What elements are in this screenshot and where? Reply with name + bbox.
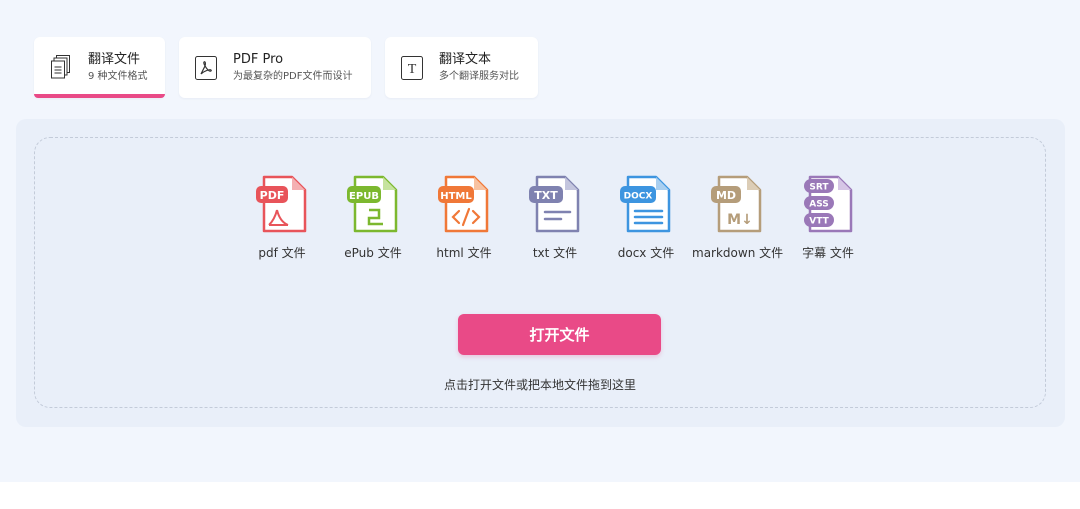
- tab-pdf-pro[interactable]: PDF Pro 为最复杂的PDF文件而设计: [179, 37, 371, 98]
- markdown-file-icon: MD M↓: [711, 175, 762, 233]
- svg-text:T: T: [408, 62, 417, 77]
- file-type-label: ePub 文件: [344, 246, 402, 260]
- svg-text:TXT: TXT: [534, 189, 558, 202]
- file-type-label: txt 文件: [532, 246, 578, 260]
- documents-icon: [50, 54, 72, 81]
- epub-file-icon: EPUB: [347, 175, 398, 233]
- file-type-label: markdown 文件: [692, 246, 784, 260]
- html-file-icon: HTML: [438, 175, 489, 233]
- tab-subtitle: 为最复杂的PDF文件而设计: [233, 71, 353, 82]
- file-type-subtitle: SRT ASS VTT 字幕 文件: [783, 174, 873, 261]
- file-type-pdf: PDF pdf 文件: [237, 174, 327, 261]
- svg-text:ASS: ASS: [809, 200, 829, 210]
- file-type-label: 字幕 文件: [802, 246, 854, 260]
- file-dropzone[interactable]: PDF pdf 文件 EPUB ePub 文件 HTML html 文件 TXT…: [34, 137, 1046, 408]
- file-type-label: pdf 文件: [258, 246, 306, 260]
- svg-text:VTT: VTT: [809, 217, 829, 227]
- file-type-html: HTML html 文件: [419, 174, 509, 261]
- dropzone-hint: 点击打开文件或把本地文件拖到这里: [443, 378, 636, 392]
- file-type-docx: DOCX docx 文件: [601, 174, 691, 261]
- tab-translate-file[interactable]: 翻译文件 9 种文件格式: [34, 37, 165, 98]
- docx-file-icon: DOCX: [620, 175, 671, 233]
- tab-title: PDF Pro: [233, 52, 284, 67]
- file-type-label: docx 文件: [617, 246, 675, 260]
- svg-text:SRT: SRT: [809, 183, 829, 193]
- file-type-epub: EPUB ePub 文件: [328, 174, 418, 261]
- subtitle-file-icon: SRT ASS VTT: [804, 175, 853, 233]
- txt-file-icon: TXT: [529, 175, 580, 233]
- tab-title: 翻译文件: [88, 52, 141, 67]
- tab-title: 翻译文本: [439, 52, 492, 67]
- mode-tabs: 翻译文件 9 种文件格式 PDF Pro 为最复杂的PDF文件而设计 T 翻译文…: [34, 37, 538, 98]
- file-type-txt: TXT txt 文件: [510, 174, 600, 261]
- file-type-label: html 文件: [436, 246, 492, 260]
- svg-text:EPUB: EPUB: [349, 191, 379, 202]
- tab-subtitle: 9 种文件格式: [88, 71, 148, 82]
- pdf-icon: [195, 55, 217, 81]
- tab-translate-text[interactable]: T 翻译文本 多个翻译服务对比: [385, 37, 538, 98]
- svg-text:M↓: M↓: [727, 212, 753, 228]
- file-type-markdown: MD M↓ markdown 文件: [692, 174, 784, 261]
- tab-subtitle: 多个翻译服务对比: [439, 71, 519, 82]
- svg-text:HTML: HTML: [440, 191, 472, 202]
- svg-text:DOCX: DOCX: [624, 192, 653, 202]
- svg-text:MD: MD: [716, 189, 736, 202]
- upload-area: PDF pdf 文件 EPUB ePub 文件 HTML html 文件 TXT…: [16, 119, 1065, 427]
- text-icon: T: [401, 55, 423, 81]
- svg-text:PDF: PDF: [260, 189, 285, 202]
- pdf-file-icon: PDF: [256, 175, 307, 233]
- open-file-button[interactable]: 打开文件: [458, 314, 661, 355]
